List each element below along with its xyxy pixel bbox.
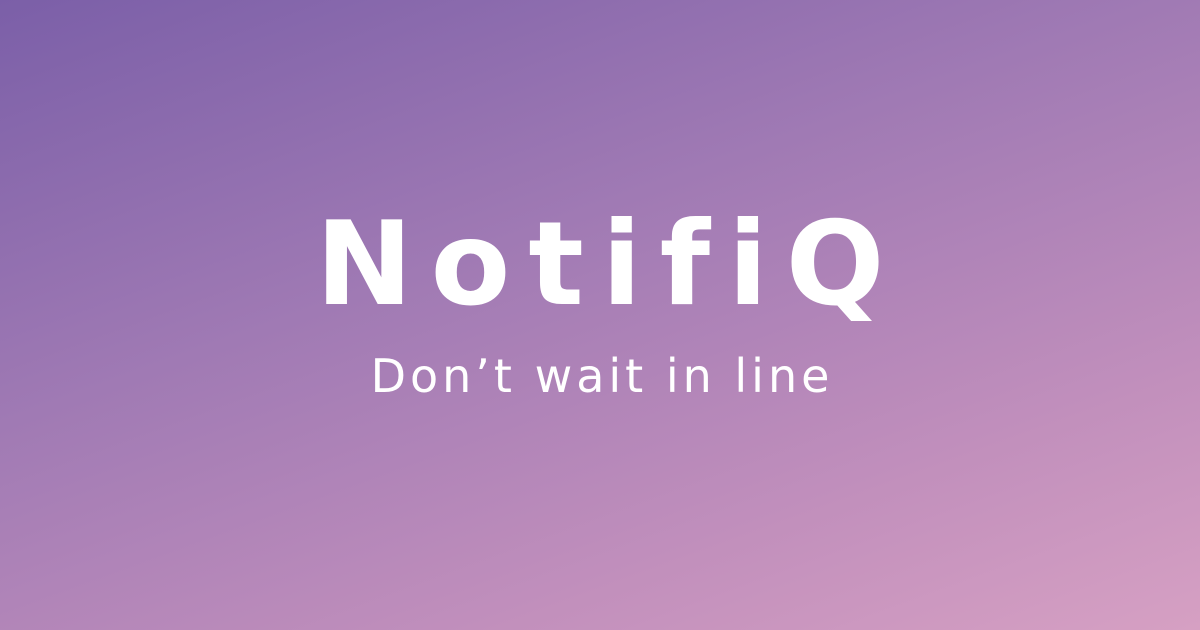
hero-banner: NotifiQ Don’t wait in line — [0, 0, 1200, 630]
brand-title: NotifiQ — [315, 197, 903, 332]
brand-tagline: Don’t wait in line — [370, 349, 834, 403]
